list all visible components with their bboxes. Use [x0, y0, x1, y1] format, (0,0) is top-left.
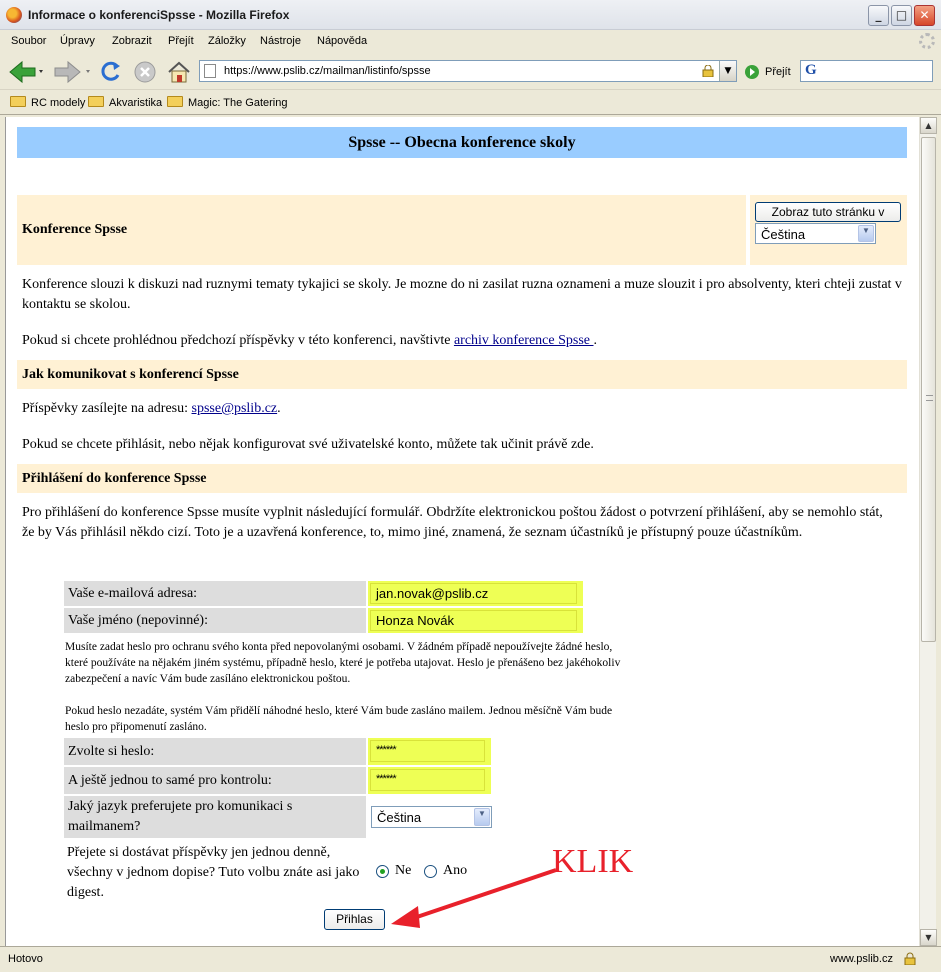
section-subscribe-band: Přihlášení do konference Spsse: [17, 464, 907, 493]
menu-prejit[interactable]: Přejít: [168, 35, 194, 47]
forward-button[interactable]: [52, 59, 92, 85]
search-box[interactable]: G: [800, 60, 933, 82]
email-label: Vaše e-mailová adresa:: [64, 581, 366, 606]
status-lock-icon: [904, 952, 916, 965]
scrollbar-thumb[interactable]: [921, 137, 936, 642]
password-note-2: Pokud heslo nezadáte, systém Vám přidělí…: [65, 705, 613, 733]
close-button[interactable]: ✕: [914, 5, 935, 26]
menu-soubor[interactable]: Soubor: [11, 35, 46, 47]
name-field[interactable]: Honza Novák: [370, 610, 577, 631]
section-communicate-title: Jak komunikovat s konferencí Spsse: [22, 367, 239, 382]
archive-paragraph: Pokud si chcete prohlédnou předchozí pří…: [22, 333, 597, 348]
chevron-down-icon: ▼: [858, 225, 874, 242]
password-label: Zvolte si heslo:: [64, 738, 366, 765]
window-title: Informace o konferenciSpsse - Mozilla Fi…: [28, 8, 290, 22]
home-icon[interactable]: [165, 58, 193, 86]
email-cell: jan.novak@pslib.cz: [368, 581, 583, 606]
section-communicate-band: Jak komunikovat s konferencí Spsse: [17, 360, 907, 389]
menu-upravy[interactable]: Úpravy: [60, 35, 95, 47]
digest-label: Přejete si dostávat příspěvky jen jednou…: [67, 845, 360, 900]
go-arrow-icon[interactable]: [744, 64, 760, 80]
url-dropdown-button[interactable]: ▼: [719, 61, 736, 81]
name-cell: Honza Novák: [368, 608, 583, 633]
bookmark-akvaristika[interactable]: Akvaristika: [88, 96, 162, 109]
maximize-button[interactable]: □: [891, 5, 912, 26]
url-text: https://www.pslib.cz/mailman/listinfo/sp…: [224, 65, 431, 77]
vertical-scrollbar[interactable]: ▲ ▼: [919, 117, 937, 946]
folder-icon: [10, 96, 26, 107]
language-select[interactable]: Čeština ▼: [755, 223, 876, 244]
language-pref-select[interactable]: Čeština ▼: [371, 806, 492, 828]
scroll-down-button[interactable]: ▼: [920, 929, 937, 946]
bookmarks-toolbar: RC modely Akvaristika Magic: The Gaterin…: [0, 91, 941, 115]
view-in-language-button[interactable]: Zobraz tuto stránku v: [755, 202, 901, 222]
post-address-paragraph: Příspěvky zasílejte na adresu: spsse@psl…: [22, 401, 281, 416]
google-search-icon: G: [805, 62, 817, 78]
name-label: Vaše jméno (nepovinné):: [64, 608, 366, 633]
bookmark-magic[interactable]: Magic: The Gatering: [167, 96, 287, 109]
status-text: Hotovo: [8, 953, 43, 965]
minimize-button[interactable]: _: [868, 5, 889, 26]
annotation-arrow-icon: [391, 868, 557, 928]
list-description: Konference slouzi k diskuzi nad ruznymi …: [22, 277, 902, 312]
stop-icon[interactable]: [132, 59, 158, 85]
page-header: Spsse -- Obecna konference skoly: [17, 127, 907, 158]
menu-nastroje[interactable]: Nástroje: [260, 35, 301, 47]
chevron-down-icon: ▼: [474, 808, 490, 826]
lock-icon: [702, 65, 714, 77]
folder-icon: [167, 96, 183, 107]
subscribe-intro: Pro přihlášení do konference Spsse musít…: [22, 505, 883, 540]
language-pref-label: Jaký jazyk preferujete pro komunikaci s …: [64, 796, 366, 838]
reload-icon[interactable]: [98, 59, 124, 85]
menu-zalozky[interactable]: Záložky: [208, 35, 246, 47]
scroll-up-button[interactable]: ▲: [920, 117, 937, 134]
archive-link[interactable]: archiv konference Spsse: [454, 333, 594, 348]
password-field[interactable]: ******: [370, 740, 485, 762]
page-icon: [204, 64, 216, 78]
subscribe-hint: Pokud se chcete přihlásit, nebo nějak ko…: [22, 437, 594, 452]
menu-zobrazit[interactable]: Zobrazit: [112, 35, 152, 47]
password-note-1: Musíte zadat heslo pro ochranu svého kon…: [65, 641, 621, 685]
menu-bar: Soubor Úpravy Zobrazit Přejít Záložky Ná…: [0, 31, 941, 53]
throbber-icon: [919, 33, 935, 49]
password-confirm-label: A ještě jednou to samé pro kontrolu:: [64, 767, 366, 794]
url-bar[interactable]: https://www.pslib.cz/mailman/listinfo/sp…: [199, 60, 737, 82]
status-bar: Hotovo www.pslib.cz: [0, 946, 941, 972]
list-email-link[interactable]: spsse@pslib.cz: [192, 401, 278, 416]
subscribe-button[interactable]: Přihlas: [324, 909, 385, 930]
page-content: Spsse -- Obecna konference skoly Konfere…: [5, 117, 919, 946]
status-domain: www.pslib.cz: [830, 953, 893, 965]
list-title-band: Konference Spsse: [17, 195, 746, 265]
folder-icon: [88, 96, 104, 107]
back-button[interactable]: [6, 59, 44, 85]
password-confirm-field[interactable]: ******: [370, 769, 485, 791]
list-title: Konference Spsse: [22, 222, 128, 237]
email-field[interactable]: jan.novak@pslib.cz: [370, 583, 577, 604]
section-subscribe-title: Přihlášení do konference Spsse: [22, 471, 207, 486]
password-confirm-cell: ******: [368, 767, 491, 794]
window-titlebar: Informace o konferenciSpsse - Mozilla Fi…: [0, 0, 941, 30]
password-cell: ******: [368, 738, 491, 765]
firefox-logo-icon: [6, 7, 22, 23]
menu-napoveda[interactable]: Nápověda: [317, 35, 367, 47]
bookmark-rc-modely[interactable]: RC modely: [10, 96, 85, 109]
go-button-label[interactable]: Přejít: [765, 66, 791, 78]
